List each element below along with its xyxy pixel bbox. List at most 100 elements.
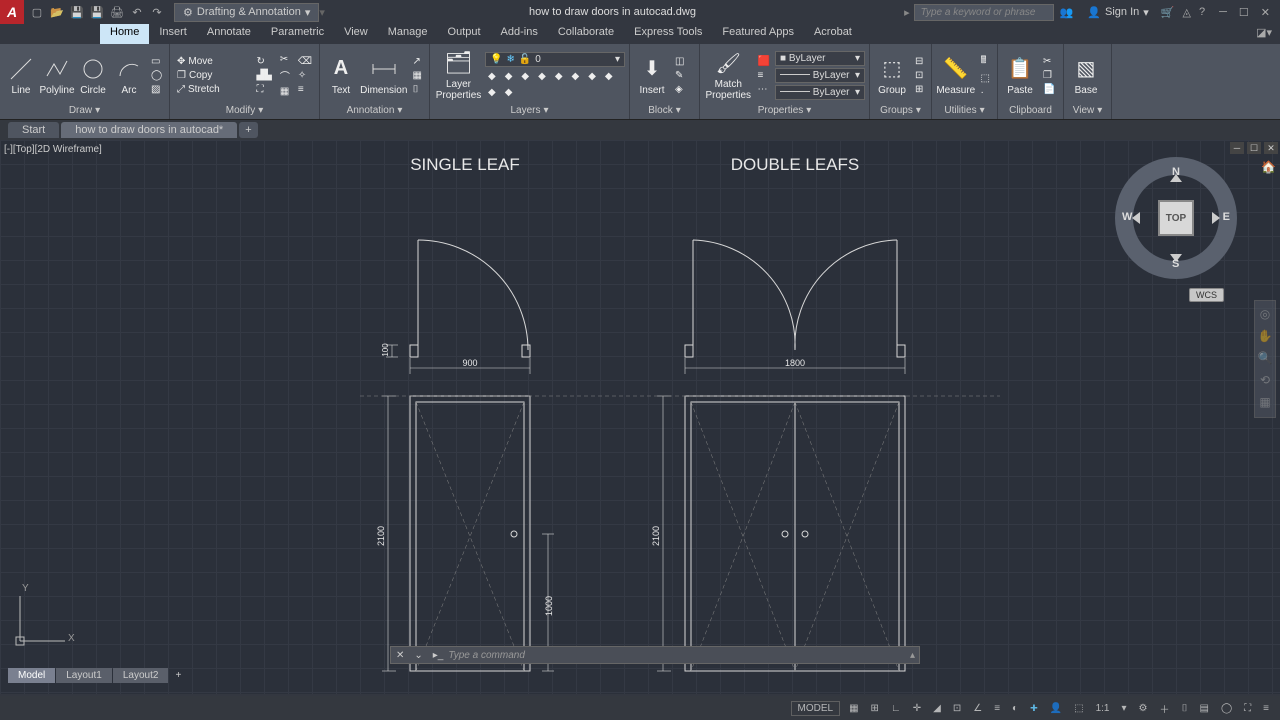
customize-icon[interactable]: ≡ [1260,703,1272,714]
search-chevron-icon[interactable]: ▸ [900,6,914,19]
help-icon[interactable]: ? [1195,6,1209,18]
file-tab-start[interactable]: Start [8,122,59,138]
hatch-icon[interactable]: ▨ [148,83,165,96]
erase-icon[interactable]: ⌫ [295,55,315,68]
open-icon[interactable]: 📂 [48,3,66,21]
wheel-icon[interactable]: ◎ [1257,307,1273,323]
layer-btn-icon[interactable]: ◆ [585,70,599,83]
layer-btn-icon[interactable]: ◆ [502,86,516,99]
paste-spec-icon[interactable]: 📄 [1040,83,1058,96]
leader-icon[interactable]: ↗ [410,55,425,68]
tab-parametric[interactable]: Parametric [261,24,334,44]
trim-icon[interactable]: ✂ [277,53,293,66]
quick-props-icon[interactable]: ▤ [1197,703,1212,714]
app-logo[interactable]: A [0,0,24,24]
osnap-icon[interactable]: ⊡ [950,703,964,714]
polyline-button[interactable]: Polyline [40,53,74,98]
plot-icon[interactable]: 🖨 [108,3,126,21]
tab-acrobat[interactable]: Acrobat [804,24,862,44]
cmd-opts-icon[interactable]: ⌄ [409,650,427,661]
scale-icon[interactable]: ⛶ [253,83,274,96]
maximize-button[interactable]: ☐ [1239,6,1249,19]
lweight-icon[interactable]: ≡ [755,69,773,82]
tab-output[interactable]: Output [438,24,491,44]
exchange-icon[interactable]: 🛒 [1157,6,1179,19]
layer-properties-button[interactable]: 🗂Layer Properties [434,47,483,103]
lweight-toggle-icon[interactable]: ≡ [991,703,1003,714]
text-button[interactable]: AText [324,53,358,98]
otrack-icon[interactable]: ∠ [970,703,985,714]
layout-tab-2[interactable]: Layout2 [113,668,169,683]
tab-collaborate[interactable]: Collaborate [548,24,624,44]
copy-button[interactable]: ❐Copy [174,69,251,82]
cut-icon[interactable]: ✂ [1040,55,1058,68]
redo-icon[interactable]: ↷ [148,3,166,21]
cmd-expand-icon[interactable]: ▴ [906,650,919,661]
vp-close-icon[interactable]: ✕ [1264,142,1278,154]
add-layout-button[interactable]: + [169,668,187,683]
copybase-icon[interactable]: ❐ [1040,69,1058,82]
new-tab-button[interactable]: + [239,122,257,138]
units-icon[interactable]: ⌷ [1179,703,1191,714]
mirror-icon[interactable]: ▟▙ [253,69,274,82]
undo-icon[interactable]: ↶ [128,3,146,21]
ungroup-icon[interactable]: ⊟ [912,55,926,68]
select-icon[interactable]: ⬚ [978,72,993,85]
ortho-icon[interactable]: ∟ [888,703,904,714]
workspace-switch-icon[interactable]: ⚙ [1136,703,1151,714]
viewcube-face[interactable]: TOP [1158,200,1194,236]
fillet-icon[interactable]: ⌒ [277,67,293,84]
layer-btn-icon[interactable]: ◆ [502,70,516,83]
layout-tab-1[interactable]: Layout1 [56,668,112,683]
line-button[interactable]: Line [4,53,38,98]
zoom-icon[interactable]: 🔍 [1257,351,1273,367]
arc-button[interactable]: Arc [112,53,146,98]
viewcube[interactable]: TOP N S W E [1116,158,1236,278]
tab-manage[interactable]: Manage [378,24,438,44]
match-properties-button[interactable]: 🖌Match Properties [704,47,753,103]
selection-cycling-icon[interactable]: 👤 [1047,703,1065,714]
drawing-area[interactable]: [-][Top][2D Wireframe] ─☐✕ SINGLE LEAF D… [0,140,1280,694]
calc-icon[interactable]: 🖩 [978,52,993,71]
group-edit-icon[interactable]: ⊡ [912,69,926,82]
anno-monitor-icon[interactable]: ＋ [1157,701,1173,716]
edit-block-icon[interactable]: ✎ [672,69,687,82]
3dosnap-icon[interactable]: ⬚ [1071,703,1086,714]
linetype-combo[interactable]: ByLayer▾ [775,85,865,100]
offset-icon[interactable]: ≡ [295,83,315,96]
grid-icon[interactable]: ▦ [846,703,861,714]
tab-home[interactable]: Home [100,24,149,44]
orbit-icon[interactable]: ⟲ [1257,373,1273,389]
transparency-icon[interactable]: ◐ [1009,703,1021,714]
tab-insert[interactable]: Insert [149,24,197,44]
circle-button[interactable]: Circle [76,53,110,98]
table-icon[interactable]: ▦ [410,69,425,82]
vp-max-icon[interactable]: ☐ [1247,142,1261,154]
hardware-accel-icon[interactable]: ◯ [1218,703,1235,714]
layer-btn-icon[interactable]: ◆ [602,70,616,83]
tab-express[interactable]: Express Tools [624,24,712,44]
clean-screen-icon[interactable]: ⛶ [1241,703,1254,714]
group-button[interactable]: ⬚Group [874,53,910,98]
pan-icon[interactable]: ✋ [1257,329,1273,345]
command-line[interactable]: ✕ ⌄ ▸_ Type a command ▴ [390,646,920,664]
wcs-tag[interactable]: WCS [1189,288,1224,302]
explode-icon[interactable]: ✧ [295,69,315,82]
tab-annotate[interactable]: Annotate [197,24,261,44]
layer-btn-icon[interactable]: ◆ [485,70,499,83]
close-button[interactable]: ✕ [1261,6,1270,19]
create-block-icon[interactable]: ◫ [672,55,687,68]
new-icon[interactable]: ▢ [28,3,46,21]
layer-combo[interactable]: 💡❄🔓0▾ [485,52,625,67]
rect-icon[interactable]: ▭ [148,55,165,68]
layer-btn-icon[interactable]: ◆ [569,70,583,83]
move-button[interactable]: ✥Move [174,55,251,68]
layer-btn-icon[interactable]: ◆ [552,70,566,83]
ltype-icon[interactable]: ⋯ [755,83,773,96]
snap-icon[interactable]: ⊞ [868,703,882,714]
saveas-icon[interactable]: 💾 [88,3,106,21]
account-icon[interactable]: 👥 [1054,6,1080,19]
insert-button[interactable]: ⬇Insert [634,53,670,98]
attr-icon[interactable]: ◈ [672,83,687,96]
ribbon-collapse-icon[interactable]: ◪▾ [1248,24,1280,44]
